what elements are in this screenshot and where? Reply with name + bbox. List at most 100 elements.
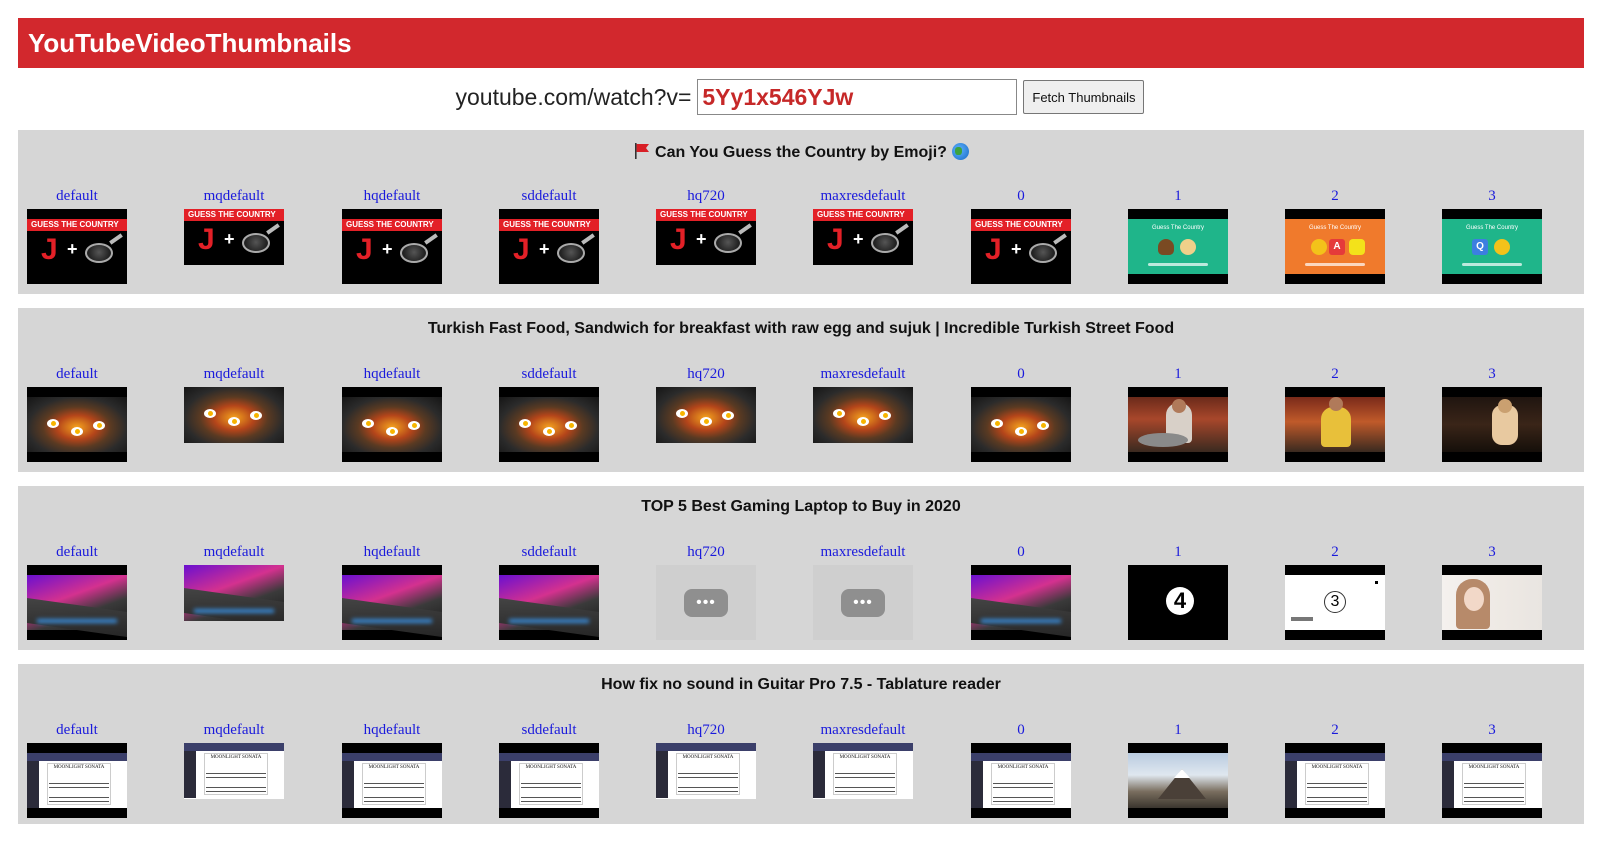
thumbnail-label[interactable]: hq720 (656, 364, 756, 384)
thumbnail-label[interactable]: 2 (1285, 542, 1385, 562)
thumbnail-image[interactable] (342, 387, 442, 462)
thumbnail-image[interactable] (656, 387, 756, 443)
thumbnail-maxresdefault[interactable]: maxresdefault (813, 364, 913, 443)
thumbnail-image[interactable]: MOONLIGHT SONATA (184, 743, 284, 799)
thumbnail-image[interactable]: MOONLIGHT SONATA (499, 743, 599, 818)
thumbnail-label[interactable]: 3 (1442, 542, 1542, 562)
thumbnail-image[interactable]: GUESS THE COUNTRY J + (27, 209, 127, 284)
thumbnail-label[interactable]: sddefault (499, 364, 599, 384)
thumbnail-image[interactable] (813, 387, 913, 443)
thumbnail-3[interactable]: 3 (1442, 364, 1542, 462)
thumbnail-hq720[interactable]: hq720 (656, 364, 756, 443)
thumbnail-image[interactable]: Guess The Country A (1285, 209, 1385, 284)
thumbnail-sddefault[interactable]: sddefault (499, 542, 599, 640)
thumbnail-hqdefault[interactable]: hqdefault GUESS THE COUNTRY J + (342, 186, 442, 284)
thumbnail-image[interactable] (27, 387, 127, 462)
thumbnail-image[interactable] (1442, 387, 1542, 462)
thumbnail-label[interactable]: 0 (971, 186, 1071, 206)
thumbnail-image[interactable] (1285, 387, 1385, 462)
thumbnail-image[interactable]: 4 (1128, 565, 1228, 640)
thumbnail-image[interactable] (342, 565, 442, 640)
thumbnail-default[interactable]: default (27, 542, 127, 640)
thumbnail-3[interactable]: 3 Guess The Country Q (1442, 186, 1542, 284)
thumbnail-label[interactable]: 3 (1442, 720, 1542, 740)
thumbnail-default[interactable]: default MOONLIGHT SONATA (27, 720, 127, 818)
thumbnail-image[interactable] (184, 565, 284, 621)
thumbnail-image[interactable]: GUESS THE COUNTRY J + (499, 209, 599, 284)
thumbnail-image[interactable] (1442, 565, 1542, 640)
thumbnail-label[interactable]: 0 (971, 364, 1071, 384)
thumbnail-label[interactable]: 3 (1442, 364, 1542, 384)
thumbnail-2[interactable]: 2 Guess The Country A (1285, 186, 1385, 284)
thumbnail-label[interactable]: default (27, 720, 127, 740)
thumbnail-label[interactable]: maxresdefault (813, 720, 913, 740)
thumbnail-label[interactable]: hqdefault (342, 186, 442, 206)
thumbnail-2[interactable]: 2 (1285, 364, 1385, 462)
thumbnail-sddefault[interactable]: sddefault (499, 364, 599, 462)
thumbnail-default[interactable]: default GUESS THE COUNTRY J + (27, 186, 127, 284)
thumbnail-3[interactable]: 3 MOONLIGHT SONATA (1442, 720, 1542, 818)
thumbnail-image[interactable]: MOONLIGHT SONATA (342, 743, 442, 818)
thumbnail-label[interactable]: 3 (1442, 186, 1542, 206)
thumbnail-image[interactable]: GUESS THE COUNTRY J + (971, 209, 1071, 284)
thumbnail-label[interactable]: maxresdefault (813, 542, 913, 562)
thumbnail-default[interactable]: default (27, 364, 127, 462)
thumbnail-mqdefault[interactable]: mqdefault (184, 364, 284, 443)
thumbnail-label[interactable]: 1 (1128, 364, 1228, 384)
thumbnail-hq720[interactable]: hq720 MOONLIGHT SONATA (656, 720, 756, 799)
thumbnail-label[interactable]: 0 (971, 720, 1071, 740)
thumbnail-label[interactable]: hqdefault (342, 720, 442, 740)
thumbnail-maxresdefault[interactable]: maxresdefault (813, 542, 913, 640)
thumbnail-label[interactable]: sddefault (499, 542, 599, 562)
thumbnail-label[interactable]: mqdefault (184, 720, 284, 740)
thumbnail-1[interactable]: 1 (1128, 364, 1228, 462)
thumbnail-image[interactable] (184, 387, 284, 443)
thumbnail-label[interactable]: hq720 (656, 186, 756, 206)
thumbnail-0[interactable]: 0 (971, 542, 1071, 640)
thumbnail-maxresdefault[interactable]: maxresdefault MOONLIGHT SONATA (813, 720, 913, 799)
thumbnail-label[interactable]: 0 (971, 542, 1071, 562)
thumbnail-2[interactable]: 2 3 (1285, 542, 1385, 640)
thumbnail-mqdefault[interactable]: mqdefault MOONLIGHT SONATA (184, 720, 284, 799)
thumbnail-image[interactable] (813, 565, 913, 640)
thumbnail-hq720[interactable]: hq720 GUESS THE COUNTRY J + (656, 186, 756, 265)
thumbnail-image[interactable] (1128, 743, 1228, 818)
thumbnail-hqdefault[interactable]: hqdefault (342, 364, 442, 462)
thumbnail-image[interactable]: GUESS THE COUNTRY J + (342, 209, 442, 284)
thumbnail-image[interactable]: MOONLIGHT SONATA (813, 743, 913, 799)
thumbnail-label[interactable]: hqdefault (342, 364, 442, 384)
thumbnail-image[interactable]: MOONLIGHT SONATA (1442, 743, 1542, 818)
thumbnail-label[interactable]: 2 (1285, 720, 1385, 740)
thumbnail-image[interactable]: Guess The Country (1128, 209, 1228, 284)
thumbnail-label[interactable]: 2 (1285, 186, 1385, 206)
fetch-thumbnails-button[interactable]: Fetch Thumbnails (1023, 80, 1145, 114)
thumbnail-image[interactable]: MOONLIGHT SONATA (656, 743, 756, 799)
thumbnail-image[interactable]: MOONLIGHT SONATA (971, 743, 1071, 818)
thumbnail-image[interactable]: 3 (1285, 565, 1385, 640)
thumbnail-label[interactable]: maxresdefault (813, 364, 913, 384)
thumbnail-label[interactable]: 1 (1128, 542, 1228, 562)
thumbnail-image[interactable] (27, 565, 127, 640)
thumbnail-image[interactable]: GUESS THE COUNTRY J + (184, 209, 284, 265)
thumbnail-label[interactable]: 1 (1128, 720, 1228, 740)
thumbnail-maxresdefault[interactable]: maxresdefault GUESS THE COUNTRY J + (813, 186, 913, 265)
thumbnail-image[interactable] (499, 387, 599, 462)
thumbnail-hqdefault[interactable]: hqdefault (342, 542, 442, 640)
thumbnail-2[interactable]: 2 MOONLIGHT SONATA (1285, 720, 1385, 818)
video-id-input[interactable] (697, 79, 1018, 115)
thumbnail-image[interactable] (971, 387, 1071, 462)
thumbnail-image[interactable] (499, 565, 599, 640)
thumbnail-label[interactable]: mqdefault (184, 186, 284, 206)
thumbnail-label[interactable]: default (27, 186, 127, 206)
thumbnail-0[interactable]: 0 GUESS THE COUNTRY J + (971, 186, 1071, 284)
thumbnail-image[interactable]: MOONLIGHT SONATA (27, 743, 127, 818)
thumbnail-1[interactable]: 1 (1128, 720, 1228, 818)
thumbnail-label[interactable]: mqdefault (184, 364, 284, 384)
thumbnail-1[interactable]: 1 Guess The Country (1128, 186, 1228, 284)
thumbnail-image[interactable] (1128, 387, 1228, 462)
thumbnail-label[interactable]: sddefault (499, 186, 599, 206)
thumbnail-image[interactable] (656, 565, 756, 640)
thumbnail-sddefault[interactable]: sddefault GUESS THE COUNTRY J + (499, 186, 599, 284)
thumbnail-hqdefault[interactable]: hqdefault MOONLIGHT SONATA (342, 720, 442, 818)
thumbnail-1[interactable]: 1 4 (1128, 542, 1228, 640)
